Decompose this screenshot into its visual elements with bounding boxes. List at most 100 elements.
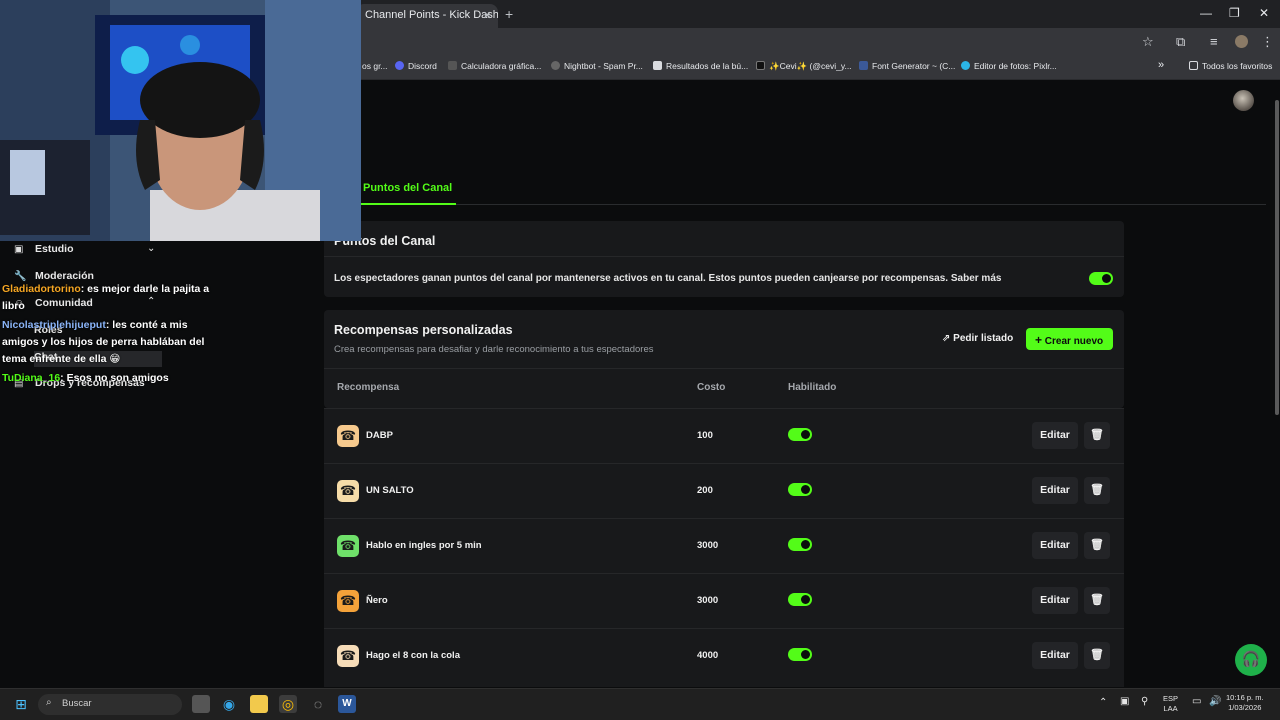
bookmark-item[interactable]: Calculadora gráfica... (448, 61, 541, 71)
reward-cost: 3000 (697, 595, 719, 606)
custom-rewards-card: Recompensas personalizadas Crea recompen… (324, 310, 1124, 408)
bookmark-item[interactable]: Discord (395, 61, 437, 71)
reward-name: Ñero (366, 595, 388, 606)
media-control-icon[interactable]: ≡ (1210, 34, 1218, 49)
reward-cost: 100 (697, 430, 713, 441)
font-generator-icon (859, 61, 868, 70)
reward-enabled-toggle[interactable] (788, 538, 812, 551)
column-header-cost: Costo (697, 382, 726, 393)
reward-enabled-toggle[interactable] (788, 483, 812, 496)
tray-app-icon[interactable]: ▣ (1120, 697, 1129, 707)
chevron-down-icon[interactable]: ⌄ (147, 243, 155, 254)
tray-overflow-icon[interactable]: ⌃ (1099, 698, 1107, 708)
card-divider (324, 256, 1124, 257)
reward-name: Hablo en ingles por 5 min (366, 540, 482, 551)
export-icon: ⇗ (942, 333, 951, 344)
reward-cost: 3000 (697, 540, 719, 551)
windows-start-icon[interactable]: ⊞ (12, 695, 30, 713)
reward-phone-icon: ☎ (337, 590, 359, 612)
file-explorer-icon[interactable] (250, 695, 268, 713)
app-icon[interactable]: ◌ (309, 695, 327, 713)
chat-message: Gladiadortorino: es mejor darle la pajit… (2, 281, 212, 315)
edge-browser-icon[interactable]: ◉ (220, 695, 238, 713)
help-support-button[interactable]: 🎧 (1235, 644, 1267, 676)
reward-cost: 4000 (697, 650, 719, 661)
reward-row: ☎ Hablo en ingles por 5 min 3000 Editar … (324, 518, 1124, 573)
task-view-icon[interactable] (192, 695, 210, 713)
browser-tab[interactable]: Channel Points - Kick Dashboard ✕ (356, 4, 498, 28)
edit-reward-button[interactable]: Editar (1032, 642, 1078, 669)
chat-message: TuDiana_16: Esos no son amigos (2, 370, 212, 387)
request-list-button[interactable]: ⇗ Pedir listado (936, 328, 1018, 350)
plus-icon: + (1035, 333, 1043, 347)
bookmark-item[interactable]: Nightbot - Spam Pr... (551, 61, 643, 71)
volume-icon[interactable]: 🔊 (1209, 697, 1221, 707)
bookmark-item[interactable]: os gr... (362, 61, 388, 71)
calculator-icon (448, 61, 457, 70)
page-scrollbar[interactable] (1275, 100, 1279, 415)
language-indicator[interactable]: ESP LAA (1163, 694, 1178, 714)
reward-enabled-toggle[interactable] (788, 428, 812, 441)
delete-trash-icon[interactable]: 🗑 (1084, 642, 1110, 669)
reward-phone-icon: ☎ (337, 425, 359, 447)
close-window-button[interactable]: ✕ (1259, 6, 1269, 20)
search-icon: ⌕ (46, 697, 52, 708)
custom-rewards-title: Recompensas personalizadas (334, 323, 513, 337)
sidebar-item-studio[interactable]: ▣ Estudio (14, 243, 74, 255)
chat-username: Nicolastriplehijueput (2, 319, 106, 331)
bookmark-item[interactable]: ✨Cevi✨ (@cevi_y... (756, 61, 852, 72)
browser-menu-icon[interactable]: ⋮ (1261, 34, 1274, 50)
tray-network-icon[interactable]: ⚲ (1141, 697, 1148, 707)
reward-enabled-toggle[interactable] (788, 593, 812, 606)
reward-phone-icon: ☎ (337, 535, 359, 557)
profile-avatar-icon[interactable] (1235, 35, 1248, 48)
reward-enabled-toggle[interactable] (788, 648, 812, 661)
edit-reward-button[interactable]: Editar (1032, 477, 1078, 504)
tab-title: Channel Points - Kick Dashboard (365, 9, 498, 21)
display-icon[interactable]: ▭ (1192, 697, 1201, 707)
delete-trash-icon[interactable]: 🗑 (1084, 587, 1110, 614)
bookmark-item[interactable]: Editor de fotos: Pixlr... (961, 61, 1057, 71)
edit-reward-button[interactable]: Editar (1032, 587, 1078, 614)
column-header-reward: Recompensa (337, 382, 400, 393)
delete-trash-icon[interactable]: 🗑 (1084, 422, 1110, 449)
clock[interactable]: 10:16 p. m. 1/03/2026 (1226, 693, 1264, 713)
active-tab-indicator (356, 203, 456, 205)
reward-cost: 200 (697, 485, 713, 496)
new-tab-button[interactable]: + (505, 6, 513, 22)
channel-points-toggle[interactable] (1089, 272, 1113, 285)
bookmark-star-icon[interactable]: ☆ (1142, 34, 1154, 50)
discord-icon (395, 61, 404, 70)
bookmark-item[interactable]: Font Generator ~ (C... (859, 61, 955, 71)
chat-message: Nicolastriplehijueput: les conté a mis a… (2, 317, 212, 368)
tab-close-icon[interactable]: ✕ (483, 9, 492, 22)
minimize-button[interactable]: — (1200, 6, 1212, 20)
edit-reward-button[interactable]: Editar (1032, 532, 1078, 559)
bookmark-item[interactable]: Resultados de la bú... (653, 61, 748, 71)
chat-username: Gladiadortorino (2, 283, 81, 295)
chrome-icon[interactable]: ◎ (279, 695, 297, 713)
edit-reward-button[interactable]: Editar (1032, 422, 1078, 449)
document-icon (653, 61, 662, 70)
extensions-icon[interactable]: ⧉ (1176, 34, 1185, 50)
user-avatar[interactable] (1233, 90, 1254, 111)
folder-icon (1189, 61, 1198, 70)
reward-row: ☎ Hago el 8 con la cola 4000 Editar 🗑 (324, 628, 1124, 687)
reward-row: ☎ UN SALTO 200 Editar 🗑 (324, 463, 1124, 518)
channel-points-card: Puntos del Canal Los espectadores ganan … (324, 221, 1124, 297)
webcam-overlay (0, 0, 361, 241)
bookmarks-overflow-button[interactable]: » (1158, 59, 1164, 71)
maximize-button[interactable]: ❐ (1229, 6, 1240, 20)
word-icon[interactable]: W (338, 695, 356, 713)
chat-text: : Esos no son amigos (60, 372, 169, 384)
tab-channel-points[interactable]: Puntos del Canal (363, 182, 452, 194)
delete-trash-icon[interactable]: 🗑 (1084, 532, 1110, 559)
all-favorites-folder[interactable]: Todos los favoritos (1189, 61, 1272, 71)
card-divider (324, 368, 1124, 369)
pixlr-icon (961, 61, 970, 70)
custom-rewards-subtitle: Crea recompensas para desafiar y darle r… (334, 344, 654, 355)
taskbar-search-box[interactable]: ⌕ Buscar (38, 694, 182, 715)
delete-trash-icon[interactable]: 🗑 (1084, 477, 1110, 504)
chat-username: TuDiana_16 (2, 372, 61, 384)
create-new-button[interactable]: + Crear nuevo (1026, 328, 1113, 350)
